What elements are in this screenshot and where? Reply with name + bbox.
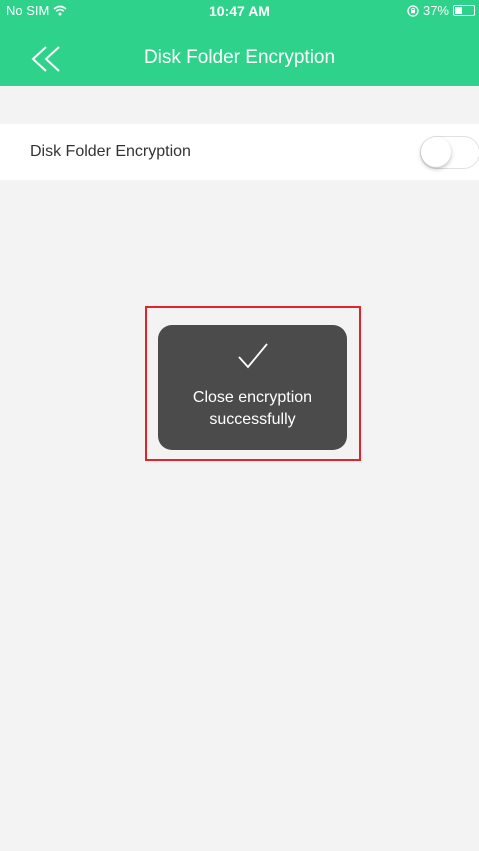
battery-icon — [453, 5, 475, 16]
status-right: 37% — [407, 3, 475, 18]
screen: No SIM 10:47 AM 37% Disk Folder Encrypti… — [0, 0, 479, 851]
toast: Close encryption successfully — [158, 325, 347, 450]
encryption-toggle[interactable] — [420, 136, 479, 169]
battery-percent: 37% — [422, 3, 449, 18]
battery-fill — [455, 7, 463, 14]
status-bar: No SIM 10:47 AM 37% — [0, 0, 479, 22]
toggle-knob — [421, 137, 451, 167]
toast-message: Close encryption successfully — [192, 389, 313, 428]
lock-rotation-icon — [407, 4, 419, 17]
header: No SIM 10:47 AM 37% Disk Folder Encrypti… — [0, 0, 479, 86]
checkmark-icon — [238, 343, 268, 369]
nav-bar: Disk Folder Encryption — [0, 36, 479, 82]
settings-row-disk-folder-encryption: Disk Folder Encryption — [0, 124, 479, 180]
page-title: Disk Folder Encryption — [143, 47, 336, 68]
row-label: Disk Folder Encryption — [30, 143, 191, 160]
